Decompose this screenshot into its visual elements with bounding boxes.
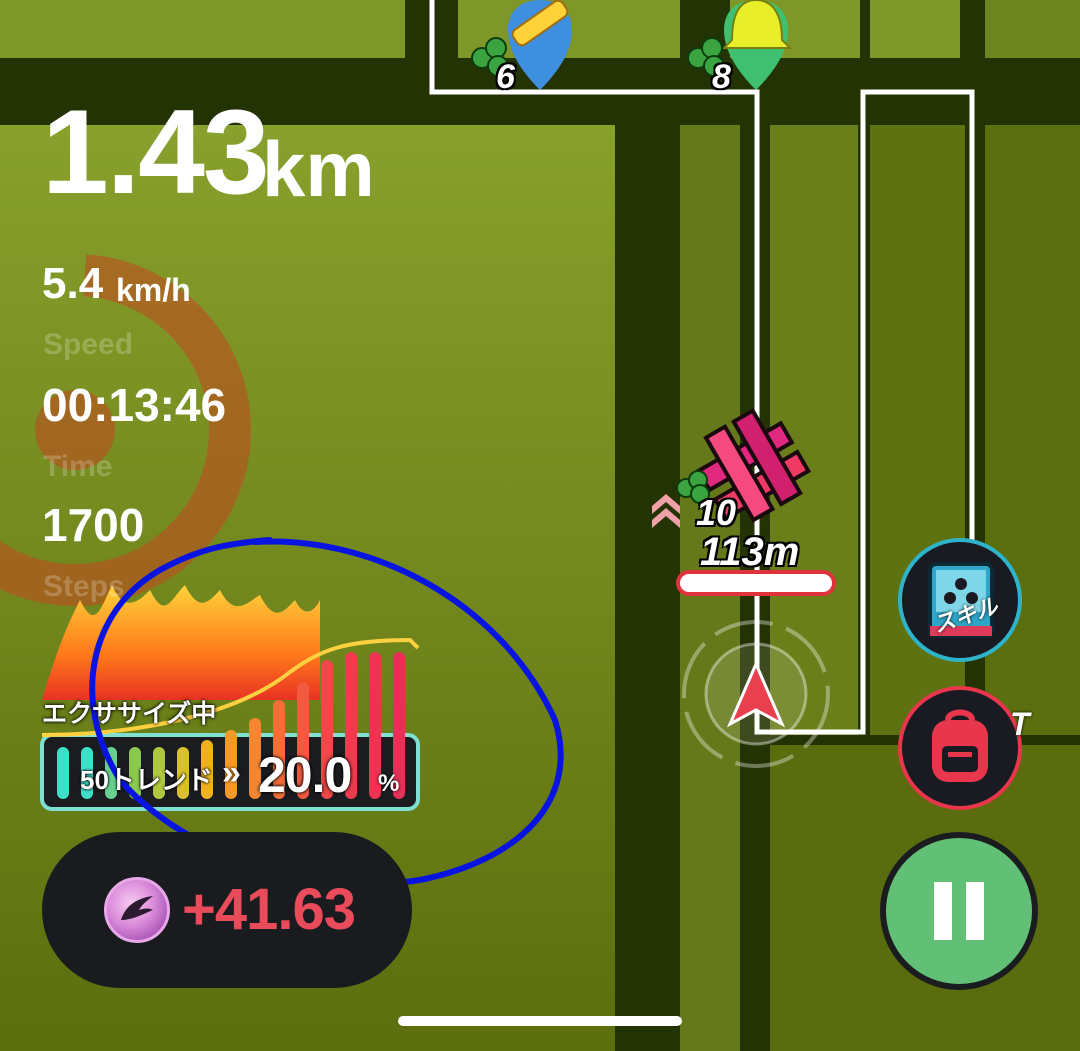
speed-value: 5.4: [42, 259, 104, 308]
steps-value: 1700: [42, 499, 145, 551]
home-indicator[interactable]: [398, 1016, 682, 1026]
reward-value: +41.63: [182, 877, 356, 942]
trend-value: 20.0: [258, 747, 352, 803]
pause-button[interactable]: [880, 832, 1038, 990]
pause-icon: [934, 882, 984, 940]
distance-unit: km: [262, 125, 375, 213]
gem-coin-icon: [104, 877, 170, 943]
trend-unit: %: [378, 770, 400, 797]
player-distance: 113m: [700, 530, 800, 574]
trend-label: 50トレンド: [80, 765, 213, 795]
exercise-status-label: エクササイズ中: [42, 700, 217, 728]
bag-button-label: T: [1010, 706, 1030, 742]
chevron-right-icon: »: [222, 754, 241, 792]
skill-button[interactable]: スキル: [898, 538, 1022, 662]
bag-button[interactable]: [898, 686, 1022, 810]
speed-label: Speed: [43, 328, 134, 361]
distance-value: 1.43: [42, 85, 270, 219]
speed-unit: km/h: [116, 272, 191, 308]
poi-bell-count: 8: [712, 58, 731, 96]
player-level: 10: [696, 492, 737, 533]
time-value: 00:13:46: [42, 379, 227, 431]
poi-scroll-count: 6: [496, 58, 515, 96]
time-label: Time: [43, 450, 113, 483]
reward-counter[interactable]: +41.63: [42, 832, 412, 988]
backpack-icon: [932, 709, 988, 782]
